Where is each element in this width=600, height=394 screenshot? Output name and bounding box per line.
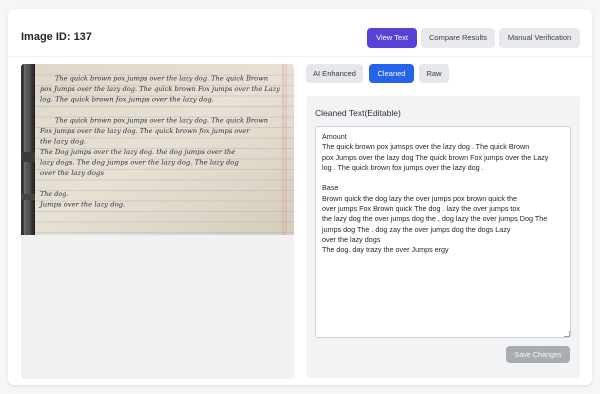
save-changes-button[interactable]: Save Changes <box>506 346 570 363</box>
handwriting-line: the lazy dog. <box>40 138 86 146</box>
compare-results-button[interactable]: Compare Results <box>421 28 495 48</box>
editor-label: Cleaned Text(Editable) <box>315 108 401 118</box>
handwriting-line: The Dog jumps over the lazy dog. the dog… <box>40 148 235 156</box>
handwriting-image: The quick brown pox jumps over the lazy … <box>21 64 294 235</box>
view-text-button[interactable]: View Text <box>367 28 417 48</box>
cleaned-text-editor[interactable]: Amount The quick brown pox jumsps over t… <box>315 126 571 338</box>
handwriting-line: lazy dogs. The dog jumps over the lazy d… <box>40 159 239 167</box>
image-id-title: Image ID: 137 <box>21 31 92 43</box>
tab-cleaned[interactable]: Cleaned <box>369 64 414 83</box>
header-bar: Image ID: 137 View Text Compare Results … <box>8 9 592 57</box>
editor-panel: Cleaned Text(Editable) Amount The quick … <box>306 96 580 378</box>
image-panel: The quick brown pox jumps over the lazy … <box>21 64 294 379</box>
tab-raw[interactable]: Raw <box>419 64 449 83</box>
resize-grip-icon[interactable] <box>563 330 571 338</box>
handwriting-line: The quick brown pox jumps over the lazy … <box>55 117 268 125</box>
handwriting-line: log. The quick brown fox jumps over the … <box>40 96 214 104</box>
handwriting-line: Jumps over the lazy dog. <box>38 201 125 209</box>
tab-ai-enhanced[interactable]: AI Enhanced <box>306 64 363 83</box>
manual-verification-button[interactable]: Manual Verification <box>499 28 580 48</box>
handwriting-line: The dog. <box>40 190 68 198</box>
handwriting-line: over the lazy dogs <box>40 169 105 177</box>
main-card: Image ID: 137 View Text Compare Results … <box>8 9 592 385</box>
handwriting-line: pox Jumps over the lazy dog. The quick b… <box>40 85 280 93</box>
handwriting-line: Fox jumps over the lazy dog. The quick b… <box>39 127 250 135</box>
handwriting-line: The quick brown pox jumps over the lazy … <box>55 75 268 83</box>
